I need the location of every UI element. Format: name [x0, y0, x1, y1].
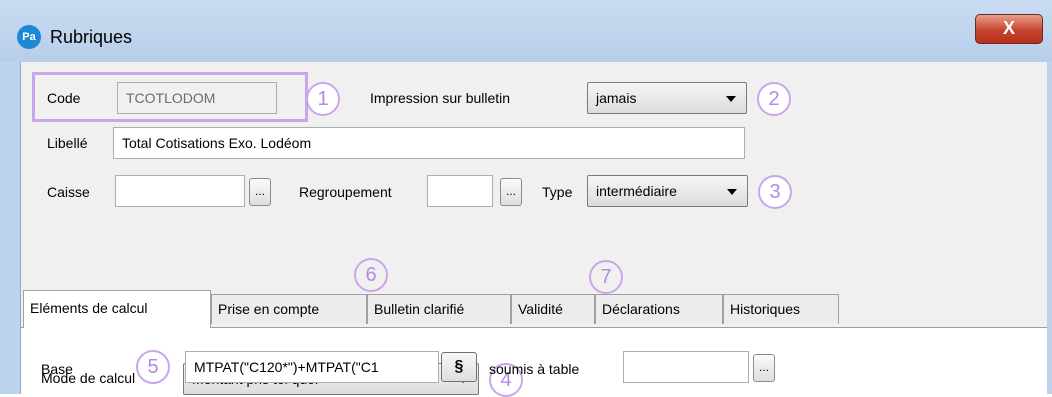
- callout-5: 5: [136, 350, 170, 384]
- title-bar: Pa Rubriques X: [0, 0, 1052, 62]
- soumis-a-table-label: soumis à table: [489, 361, 580, 377]
- tab-bulletin-clarifie[interactable]: Bulletin clarifié: [367, 294, 511, 324]
- soumis-a-table-browse-button[interactable]: ...: [753, 354, 775, 382]
- app-icon: Pa: [17, 25, 41, 49]
- libelle-label: Libellé: [47, 135, 88, 151]
- code-label: Code: [47, 90, 81, 106]
- soumis-a-table-field[interactable]: [623, 351, 749, 383]
- callout-2: 2: [757, 82, 791, 116]
- regroupement-browse-button[interactable]: ...: [500, 178, 522, 206]
- callout-7: 7: [589, 260, 623, 294]
- callout-6: 6: [354, 258, 388, 292]
- impression-value: jamais: [596, 90, 637, 106]
- section-button[interactable]: §: [441, 352, 477, 382]
- chevron-down-icon: [726, 96, 736, 102]
- type-value: intermédiaire: [596, 183, 677, 199]
- callout-3: 3: [758, 175, 792, 209]
- caisse-label: Caisse: [47, 184, 90, 200]
- dialog-content: Code TCOTLODOM 1 Impression sur bulletin…: [20, 62, 1047, 397]
- dialog-window: Pa Rubriques X Code TCOTLODOM 1 Impressi…: [0, 0, 1052, 397]
- caisse-browse-button[interactable]: ...: [249, 178, 271, 206]
- impression-select[interactable]: jamais: [587, 82, 747, 114]
- base-field[interactable]: MTPAT("C120*")+MTPAT("C1: [185, 351, 439, 383]
- caisse-field[interactable]: [115, 175, 245, 207]
- tab-elements-de-calcul[interactable]: Eléments de calcul: [23, 290, 211, 328]
- callout-1: 1: [306, 82, 340, 116]
- window-title: Rubriques: [50, 27, 133, 47]
- chevron-down-icon: [727, 189, 737, 195]
- tab-validite[interactable]: Validité: [511, 294, 595, 324]
- impression-label: Impression sur bulletin: [370, 90, 511, 106]
- regroupement-label: Regroupement: [299, 184, 392, 200]
- type-select[interactable]: intermédiaire: [587, 175, 748, 207]
- libelle-field[interactable]: Total Cotisations Exo. Lodéom: [113, 127, 745, 159]
- type-label: Type: [542, 184, 573, 200]
- tab-historiques[interactable]: Historiques: [723, 294, 839, 324]
- code-field: TCOTLODOM: [117, 82, 277, 114]
- close-button[interactable]: X: [975, 14, 1043, 44]
- tab-declarations[interactable]: Déclarations: [595, 294, 723, 324]
- base-label: Base: [41, 361, 73, 377]
- regroupement-field[interactable]: [427, 175, 493, 207]
- close-icon: X: [1002, 18, 1015, 38]
- tab-prise-en-compte[interactable]: Prise en compte: [211, 294, 367, 324]
